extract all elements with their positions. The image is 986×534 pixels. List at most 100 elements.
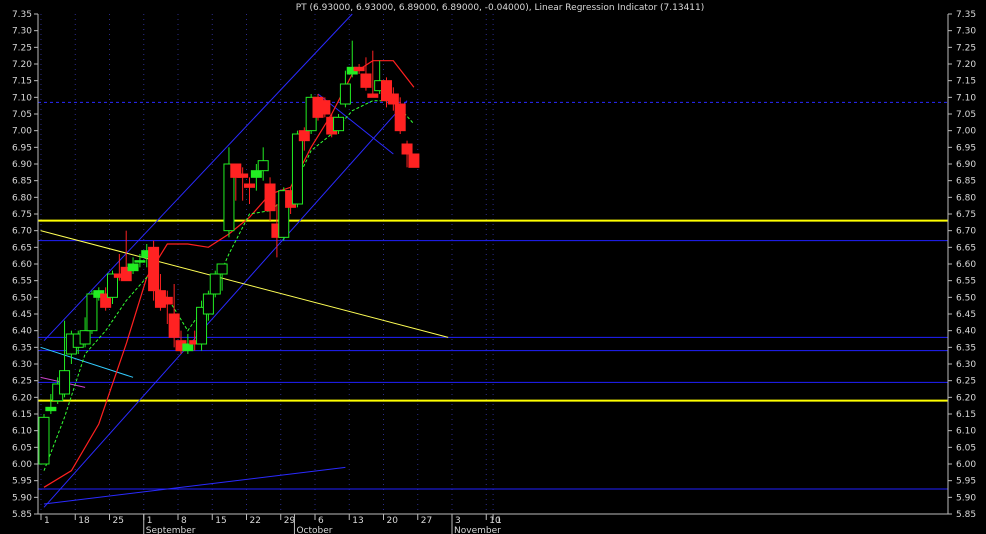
x-tick-label: 25 [113, 516, 124, 526]
candle [319, 97, 331, 118]
y-tick-label-left: 6.90 [12, 160, 32, 170]
y-tick-label-left: 6.25 [12, 377, 32, 387]
y-tick-label-right: 7.35 [956, 10, 976, 20]
y-tick-label-left: 6.20 [12, 393, 32, 403]
y-tick-label-right: 6.70 [956, 227, 976, 237]
candle-body [367, 93, 379, 98]
y-tick-label-right: 6.10 [956, 427, 976, 437]
x-tick-label: 3 [455, 516, 461, 526]
candlestick-chart: 5.85 5.85 5.90 5.90 5.95 5.95 6.00 6.00 6.05 6.05… [0, 0, 986, 534]
candle-body [209, 273, 221, 295]
candle [291, 130, 303, 208]
y-tick-label-right: 7.05 [956, 110, 976, 120]
candle-body [86, 293, 98, 332]
y-tick-label-right: 6.90 [956, 160, 976, 170]
x-tick-label: 27 [421, 516, 432, 526]
y-tick-label-left: 6.05 [12, 443, 32, 453]
x-tick-label: 29 [284, 516, 296, 526]
y-tick-label-right: 6.00 [956, 460, 976, 470]
candle-body [168, 313, 180, 338]
y-tick-label-right: 6.25 [956, 377, 976, 387]
candle-body [319, 100, 331, 115]
y-tick-label-left: 7.20 [12, 60, 32, 70]
y-tick-label-right: 6.05 [956, 443, 976, 453]
x-tick-label: 13 [352, 516, 363, 526]
y-tick-label-right: 6.40 [956, 327, 976, 337]
candle-body [291, 133, 303, 205]
x-tick-label: 15 [215, 516, 226, 526]
candle-body [202, 293, 214, 315]
candle-body [333, 116, 345, 132]
y-tick-label-left: 6.95 [12, 143, 32, 153]
y-tick-label-right: 7.15 [956, 77, 976, 87]
y-tick-label-right: 6.35 [956, 343, 976, 353]
y-tick-label-right: 7.00 [956, 127, 976, 137]
y-tick-label-right: 5.95 [956, 477, 976, 487]
candle-body [127, 263, 139, 272]
x-tick-label: 1 [496, 516, 502, 526]
chart-title: PT (6.93000, 6.93000, 6.89000, 6.89000, … [296, 3, 705, 13]
candle-body [148, 246, 160, 292]
y-tick-label-left: 5.95 [12, 477, 32, 487]
candle-body [161, 296, 173, 305]
x-tick-label: 18 [78, 516, 90, 526]
y-tick-label-left: 7.30 [12, 27, 32, 37]
candle-body [79, 330, 91, 345]
y-tick-label-left: 7.15 [12, 77, 32, 87]
candle-body [216, 263, 228, 275]
chart-background [0, 0, 986, 534]
candle-body [339, 83, 351, 105]
candle-body [387, 93, 399, 105]
candle-body [45, 406, 57, 412]
y-tick-label-right: 6.55 [956, 277, 976, 287]
candle [209, 270, 221, 298]
y-tick-label-right: 6.45 [956, 310, 976, 320]
y-tick-label-left: 6.10 [12, 427, 32, 437]
candle-body [298, 130, 310, 142]
x-tick-label: 6 [318, 516, 324, 526]
y-tick-label-left: 6.35 [12, 343, 32, 353]
y-tick-label-right: 5.85 [956, 510, 976, 520]
y-tick-label-right: 6.75 [956, 210, 976, 220]
candle-body [257, 160, 269, 172]
y-tick-label-left: 6.70 [12, 227, 32, 237]
y-tick-label-left: 6.80 [12, 193, 32, 203]
candle-body [38, 416, 50, 465]
x-tick-label: 1 [44, 516, 50, 526]
y-tick-label-right: 6.50 [956, 293, 976, 303]
y-tick-label-right: 6.60 [956, 260, 976, 270]
y-tick-label-right: 7.30 [956, 27, 976, 37]
y-tick-label-left: 7.35 [12, 10, 32, 20]
candle-body [237, 173, 249, 178]
x-month-label: September [146, 526, 196, 534]
y-tick-label-left: 6.60 [12, 260, 32, 270]
candle-body [250, 170, 262, 178]
candle-body [264, 183, 276, 212]
x-tick-label: 20 [387, 516, 399, 526]
y-tick-label-right: 6.85 [956, 177, 976, 187]
chart-window: 5.85 5.85 5.90 5.90 5.95 5.95 6.00 6.00 6.05 6.05… [0, 0, 986, 534]
y-tick-label-left: 7.00 [12, 127, 32, 137]
y-tick-label-left: 5.85 [12, 510, 32, 520]
candle-body [134, 260, 146, 263]
x-tick-label: 1 [147, 516, 153, 526]
y-tick-label-left: 6.65 [12, 243, 32, 253]
y-tick-label-left: 7.25 [12, 43, 32, 53]
y-tick-label-right: 6.30 [956, 360, 976, 370]
candle-body [360, 73, 372, 88]
y-tick-label-left: 5.90 [12, 493, 32, 503]
y-tick-label-left: 6.75 [12, 210, 32, 220]
y-tick-label-right: 7.25 [956, 43, 976, 53]
x-month-label: November [454, 526, 501, 534]
y-tick-label-left: 6.85 [12, 177, 32, 187]
candle-body [244, 183, 255, 188]
y-tick-label-right: 6.80 [956, 193, 976, 203]
y-tick-label-left: 6.50 [12, 293, 32, 303]
y-tick-label-left: 6.55 [12, 277, 32, 287]
candle [408, 153, 420, 168]
y-tick-label-right: 6.65 [956, 243, 976, 253]
y-tick-label-left: 6.40 [12, 327, 32, 337]
x-month-label: October [296, 526, 332, 534]
y-tick-label-left: 7.10 [12, 93, 32, 103]
y-tick-label-right: 7.20 [956, 60, 976, 70]
